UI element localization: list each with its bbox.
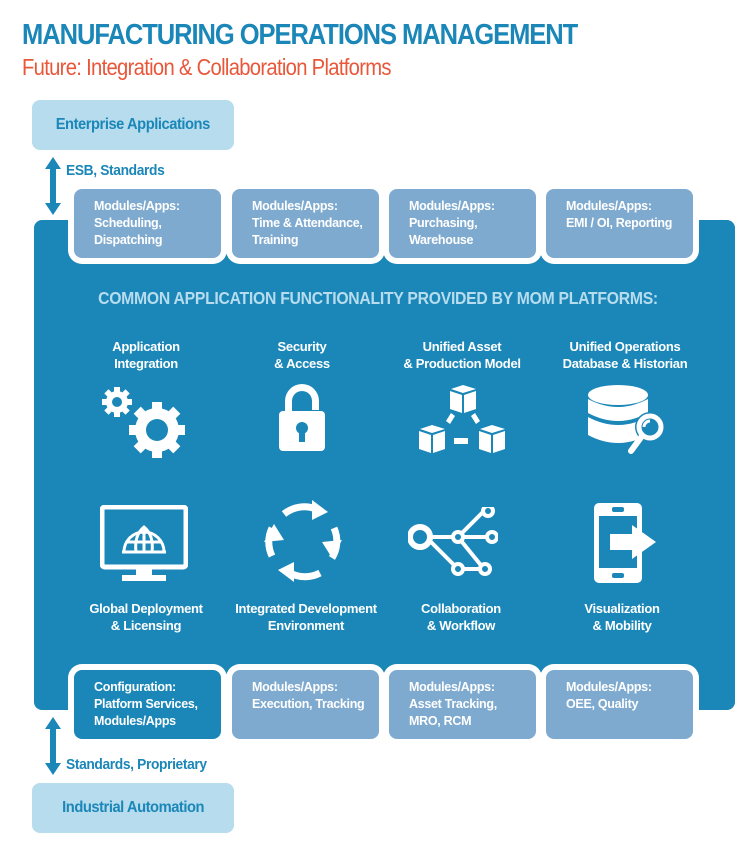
cycle-arrows-icon: [264, 500, 342, 582]
bottom-module-configuration: Configuration: Platform Services, Module…: [74, 670, 221, 739]
panel-heading: COMMON APPLICATION FUNCTIONALITY PROVIDE…: [0, 288, 756, 309]
module-body: Platform Services, Modules/Apps: [94, 697, 198, 728]
module-body: Scheduling, Dispatching: [94, 216, 163, 247]
gears-icon: [102, 387, 185, 458]
industrial-automation-box: Industrial Automation: [32, 783, 234, 833]
feature-label-application-integration: Application Integration: [112, 339, 180, 371]
module-heading: Modules/Apps:: [409, 199, 495, 213]
module-heading: Modules/Apps:: [94, 199, 180, 213]
top-module-4: Modules/Apps: EMI / OI, Reporting: [546, 189, 693, 258]
double-arrow-icon: [45, 157, 61, 215]
module-body: OEE, Quality: [566, 697, 639, 711]
bottom-module-3: Modules/Apps: Asset Tracking, MRO, RCM: [389, 670, 536, 739]
feature-label-unified-asset: Unified Asset & Production Model: [403, 339, 521, 371]
top-module-1: Modules/Apps: Scheduling, Dispatching: [74, 189, 221, 258]
module-body: EMI / OI, Reporting: [566, 216, 673, 230]
monitor-globe-icon: [100, 505, 188, 581]
module-heading: Modules/Apps:: [252, 680, 338, 694]
module-body: Purchasing, Warehouse: [409, 216, 478, 247]
bottom-module-4: Modules/Apps: OEE, Quality: [546, 670, 693, 739]
bottom-link-label: Standards, Proprietary: [66, 756, 207, 773]
feature-label-unified-operations: Unified Operations Database & Historian: [562, 339, 688, 371]
page-subtitle: Future: Integration & Collaboration Plat…: [22, 54, 392, 80]
module-heading: Modules/Apps:: [409, 680, 495, 694]
module-heading: Modules/Apps:: [252, 199, 338, 213]
cubes-icon: [419, 385, 505, 453]
top-module-2: Modules/Apps: Time & Attendance, Trainin…: [232, 189, 379, 258]
enterprise-applications-label: Enterprise Applications: [55, 116, 211, 133]
page-title: MANUFACTURING OPERATIONS MANAGEMENT: [22, 19, 578, 51]
industrial-automation-label: Industrial Automation: [62, 799, 204, 816]
module-body: Asset Tracking, MRO, RCM: [409, 697, 497, 728]
panel-heading-text: COMMON APPLICATION FUNCTIONALITY PROVIDE…: [98, 288, 658, 308]
module-body: Execution, Tracking: [252, 697, 365, 711]
feature-label-ide: Integrated Development Environment: [235, 601, 377, 633]
top-module-3: Modules/Apps: Purchasing, Warehouse: [389, 189, 536, 258]
module-body: Time & Attendance, Training: [252, 216, 363, 247]
feature-label-security-access: Security & Access: [274, 339, 330, 371]
double-arrow-icon: [45, 717, 61, 775]
feature-label-visualization: Visualization & Mobility: [584, 601, 660, 633]
database-search-icon: [588, 385, 665, 454]
top-link-label: ESB, Standards: [66, 162, 165, 179]
feature-label-collaboration: Collaboration & Workflow: [421, 601, 501, 633]
enterprise-applications-box: Enterprise Applications: [32, 100, 234, 150]
module-heading: Modules/Apps:: [566, 680, 652, 694]
bottom-module-2: Modules/Apps: Execution, Tracking: [232, 670, 379, 739]
module-heading: Modules/Apps:: [566, 199, 652, 213]
workflow-network-icon: [408, 507, 498, 576]
feature-label-global-deployment: Global Deployment & Licensing: [89, 601, 203, 633]
mobile-arrow-icon: [594, 503, 656, 583]
padlock-icon: [279, 384, 325, 451]
module-heading: Configuration:: [94, 680, 176, 694]
